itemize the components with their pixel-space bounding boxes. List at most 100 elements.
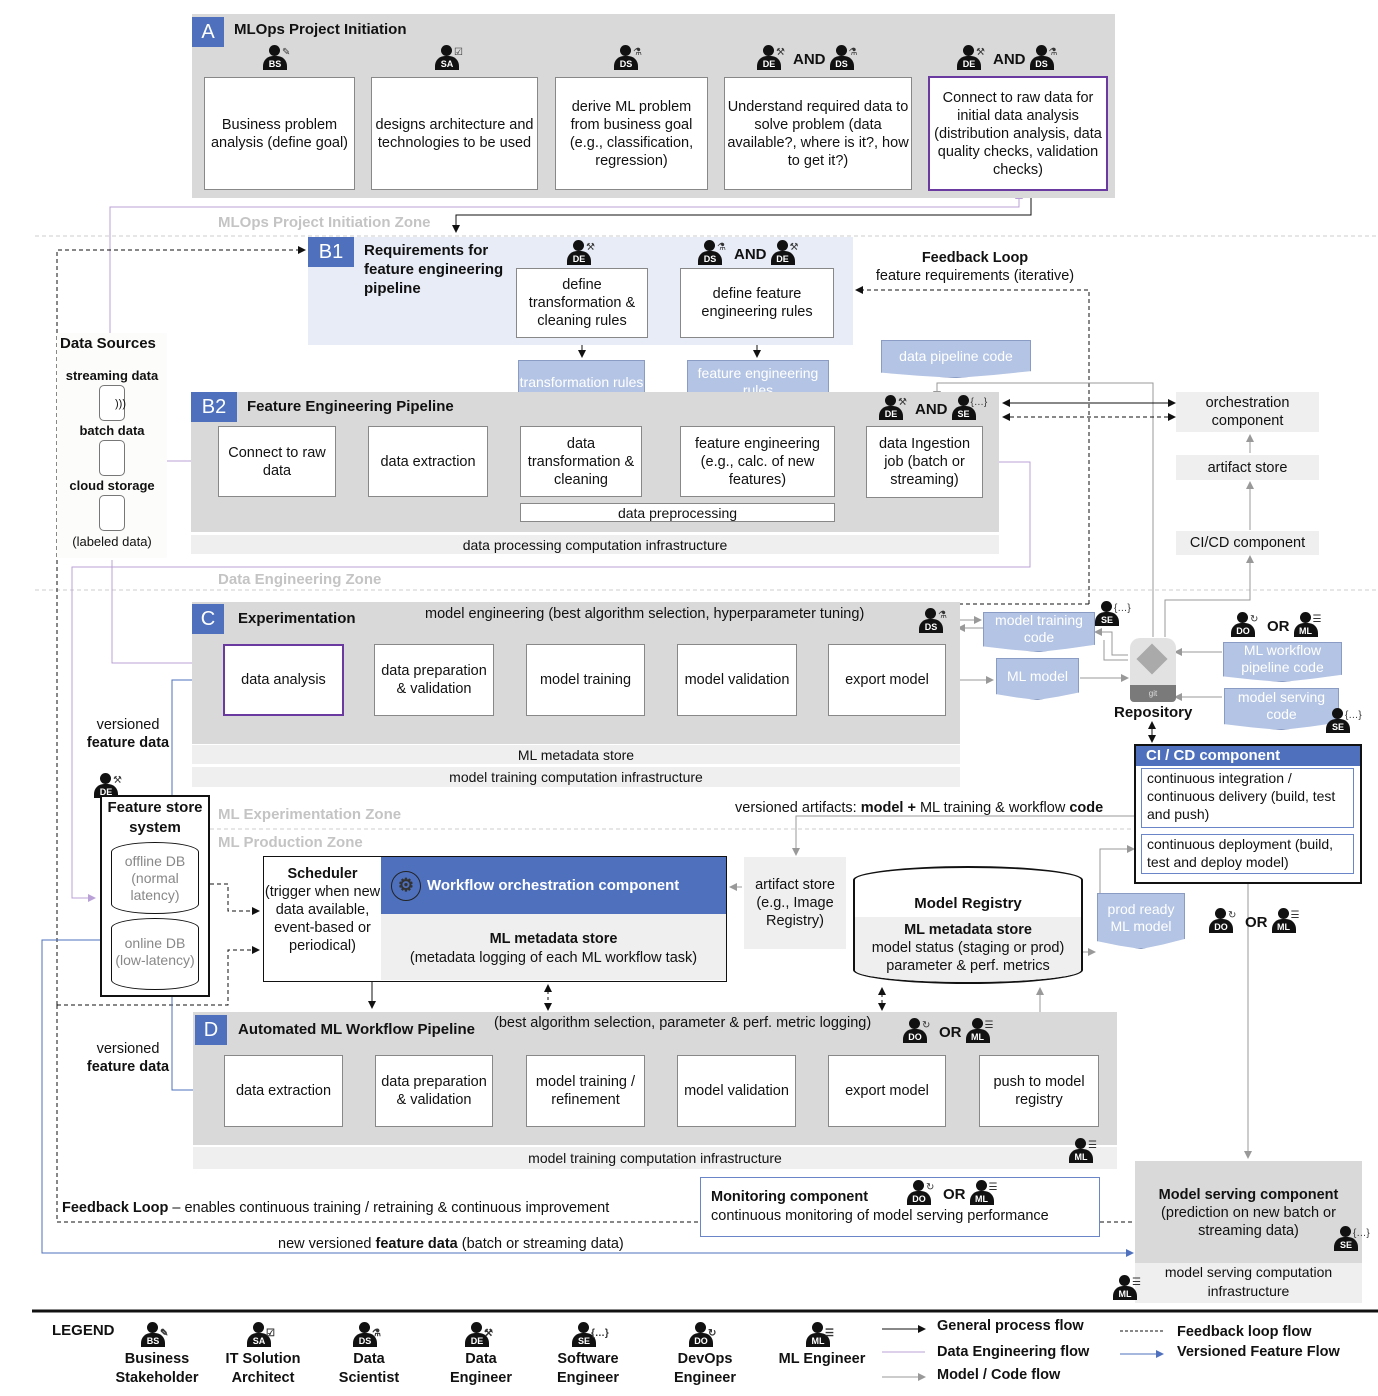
role-ds-icon: DS ⚗ — [918, 608, 952, 636]
role-ml-icon: ML ☰ — [1068, 1138, 1102, 1166]
cicd-component-small[interactable]: CI/CD component — [1176, 531, 1319, 555]
role-se-icon: SE {…} — [1333, 1226, 1370, 1254]
workflow-orchestration-component[interactable]: ⚙ Workflow orchestration component — [381, 857, 726, 914]
versioned-artifacts-label: versioned artifacts: model + ML training… — [735, 800, 1104, 816]
git-logo-icon — [1136, 643, 1168, 675]
step-d-push-to-registry[interactable]: push to model registry — [979, 1055, 1099, 1127]
role-ds-icon: DS ⚗ — [829, 45, 863, 73]
legend-data-engineer: DE ⚒ Data Engineer — [436, 1322, 526, 1388]
ml-metadata-store-workflow[interactable]: ML metadata store (metadata logging of e… — [381, 914, 726, 980]
artifact-model-serving-code[interactable]: model serving code — [1224, 688, 1339, 730]
model-registry-metadata: ML metadata store model status (staging … — [855, 917, 1081, 982]
source-batch-data: batch data — [79, 423, 145, 438]
role-ml-icon: ML ☰ — [1293, 612, 1327, 640]
legend-data-engineering-flow: Data Engineering flow — [937, 1344, 1090, 1360]
workflow-orchestration-title: Workflow orchestration component — [427, 877, 680, 894]
artifact-model-training-code[interactable]: model training code — [983, 612, 1095, 652]
step-feature-engineering[interactable]: feature engineering (e.g., calc. of new … — [680, 426, 835, 497]
zone-label-experimentation: ML Experimentation Zone — [218, 806, 402, 823]
step-model-validation[interactable]: model validation — [677, 644, 797, 716]
role-do-or-ml: DO ↻ OR ML ☰ — [906, 1180, 1003, 1208]
gear-icon: ⚙ — [391, 871, 421, 902]
data-sources-title: Data Sources — [60, 335, 156, 352]
online-db[interactable]: online DB (low-latency) — [111, 918, 199, 990]
cicd-component[interactable]: CI / CD component continuous integration… — [1134, 744, 1362, 884]
step-d-model-training[interactable]: model training / refinement — [526, 1055, 645, 1127]
zone-label-initiation: MLOps Project Initiation Zone — [218, 214, 431, 231]
section-a-letter: A — [192, 17, 224, 47]
legend-ml-engineer: ML ☰ ML Engineer — [770, 1322, 874, 1369]
step-data-preparation-validation[interactable]: data preparation & validation — [374, 644, 494, 716]
cicd-ci[interactable]: continuous integration / continuous deli… — [1141, 768, 1354, 828]
role-se-icon: SE {…} — [1094, 601, 1131, 629]
role-se-icon: SE {…} — [1325, 708, 1362, 736]
monitoring-component[interactable]: Monitoring component continuous monitori… — [700, 1177, 1100, 1237]
artifact-store[interactable]: artifact store — [1176, 455, 1319, 480]
scheduler-title: Scheduler — [287, 866, 358, 882]
artifact-ml-workflow-pipeline-code[interactable]: ML workflow pipeline code — [1223, 642, 1342, 682]
model-registry[interactable]: Model Registry ML metadata store model s… — [853, 866, 1083, 984]
section-b2-title: Feature Engineering Pipeline — [247, 398, 454, 415]
zone-label-production: ML Production Zone — [218, 834, 363, 851]
step-business-problem-analysis[interactable]: Business problem analysis (define goal) — [204, 77, 355, 190]
step-define-transformation-rules[interactable]: define transformation & cleaning rules — [516, 268, 648, 338]
section-c-title: Experimentation — [238, 610, 356, 627]
scheduler[interactable]: Scheduler (trigger when new data availab… — [264, 857, 381, 980]
role-ds-and-de: DS ⚗ AND DE ⚒ — [697, 240, 804, 268]
role-ds-icon: DS ⚗ — [1029, 45, 1063, 73]
step-connect-to-raw-data[interactable]: Connect to raw data — [218, 426, 336, 497]
step-understand-required-data[interactable]: Understand required data to solve proble… — [724, 77, 912, 190]
role-de-and-se: DE ⚒ AND SE {…} — [878, 395, 987, 423]
feedback-loop-title: Feedback Loop — [921, 250, 1029, 266]
section-b1-letter: B1 — [308, 237, 354, 267]
step-d-data-preparation[interactable]: data preparation & validation — [375, 1055, 493, 1127]
artifact-data-pipeline-code[interactable]: data pipeline code — [881, 340, 1031, 378]
role-de-icon: DE ⚒ — [566, 240, 600, 268]
role-de-icon: DE ⚒ — [956, 45, 990, 73]
artifact-store-image-registry[interactable]: artifact store (e.g., Image Registry) — [744, 857, 846, 949]
versioned-feature-data-label: versioned feature data — [86, 717, 170, 751]
legend-data-scientist: DS ⚗ Data Scientist — [324, 1322, 414, 1388]
model-serving-desc: (prediction on new batch or streaming da… — [1161, 1205, 1336, 1239]
step-d-data-extraction[interactable]: data extraction — [224, 1055, 343, 1127]
cicd-cd[interactable]: continuous deployment (build, test and d… — [1141, 834, 1354, 874]
step-define-feature-rules[interactable]: define feature engineering rules — [680, 268, 834, 338]
legend-it-solution-architect: SA ☑ IT Solution Architect — [218, 1322, 308, 1388]
role-ml-icon: ML ☰ — [1112, 1275, 1146, 1303]
legend-title: LEGEND — [52, 1322, 115, 1339]
role-ml-icon: ML ☰ — [805, 1322, 839, 1350]
role-ds-icon: DS ⚗ — [613, 45, 647, 73]
step-data-extraction[interactable]: data extraction — [368, 426, 488, 497]
offline-db[interactable]: offline DB (normal latency) — [111, 842, 199, 914]
step-model-training[interactable]: model training — [526, 644, 645, 716]
feature-store-system[interactable]: Feature store system offline DB (normal … — [100, 795, 210, 997]
data-preprocessing-label: data preprocessing — [520, 503, 835, 522]
step-export-model[interactable]: export model — [828, 644, 946, 716]
section-d-title: Automated ML Workflow Pipeline — [238, 1021, 475, 1038]
role-bs-icon: BS ✎ — [140, 1322, 174, 1350]
step-d-model-validation[interactable]: model validation — [677, 1055, 796, 1127]
role-de-icon: DE ⚒ — [756, 45, 790, 73]
step-connect-raw-data[interactable]: Connect to raw data for initial data ana… — [928, 76, 1108, 191]
section-a-title: MLOps Project Initiation — [234, 21, 407, 38]
orchestration-component[interactable]: orchestration component — [1176, 392, 1319, 432]
step-derive-ml-problem[interactable]: derive ML problem from business goal (e.… — [555, 77, 708, 190]
git-label: git — [1130, 685, 1176, 702]
role-ml-icon: ML ☰ — [969, 1180, 1003, 1208]
feedback-loop-label: Feedback Loop feature requirements (iter… — [870, 249, 1080, 285]
model-serving-component[interactable]: Model serving component (prediction on n… — [1135, 1161, 1362, 1263]
section-d-letter: D — [195, 1015, 227, 1045]
step-designs-architecture[interactable]: designs architecture and technologies to… — [371, 77, 538, 190]
step-data-transformation[interactable]: data transformation & cleaning — [520, 426, 642, 497]
git-repository-icon[interactable]: git — [1130, 638, 1176, 702]
step-d-export-model[interactable]: export model — [828, 1055, 946, 1127]
artifact-ml-model[interactable]: ML model — [996, 658, 1079, 700]
role-do-or-ml: DO ↻ OR ML ☰ — [1208, 908, 1305, 936]
step-data-ingestion-job[interactable]: data Ingestion job (batch or streaming) — [866, 426, 983, 498]
model-training-infra-d: model training computation infrastructur… — [193, 1147, 1117, 1169]
monitoring-title: Monitoring component — [711, 1189, 869, 1205]
step-data-analysis[interactable]: data analysis — [223, 644, 344, 716]
legend-model-code-flow: Model / Code flow — [937, 1367, 1061, 1383]
zone-label-data-engineering: Data Engineering Zone — [218, 571, 382, 588]
artifact-prod-ready-ml-model[interactable]: prod ready ML model — [1097, 893, 1185, 949]
